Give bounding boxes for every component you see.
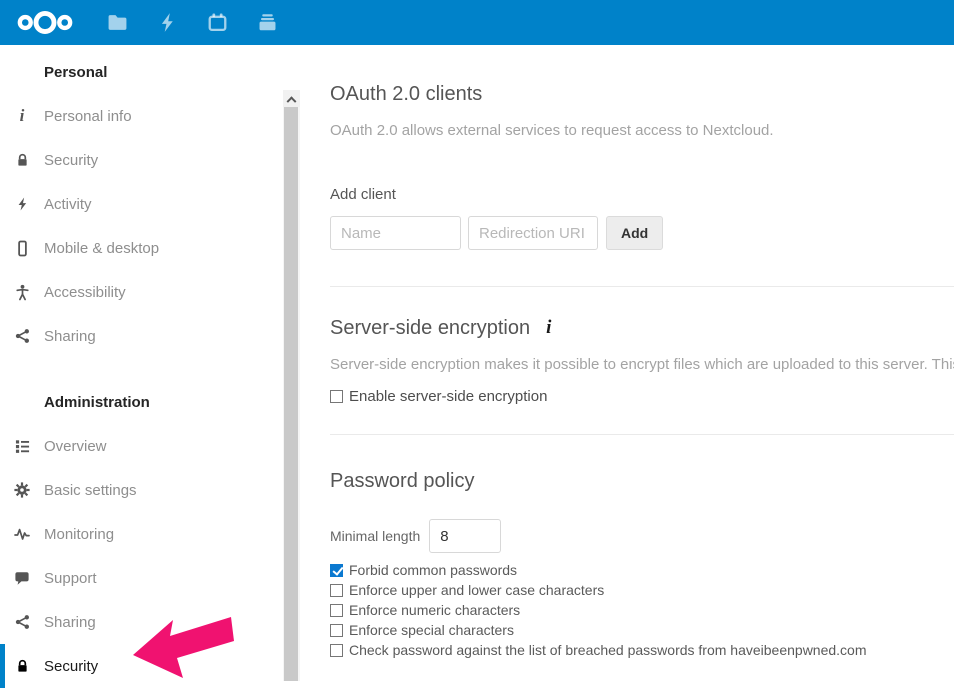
lock-icon	[0, 658, 44, 674]
support-chat-icon	[0, 571, 44, 586]
enable-encryption-label: Enable server-side encryption	[349, 388, 547, 405]
check-haveibeenpwned-checkbox[interactable]	[330, 644, 343, 657]
sidebar-item-label: Personal info	[44, 108, 132, 125]
sidebar-item-basic-settings[interactable]: Basic settings	[0, 468, 300, 512]
calendar-icon[interactable]	[192, 0, 242, 45]
sidebar-item-security-personal[interactable]: Security	[0, 138, 300, 182]
enforce-numeric-checkbox[interactable]	[330, 604, 343, 617]
settings-nav: Personal i Personal info Security Activi…	[0, 45, 300, 688]
policy-option-label: Enforce numeric characters	[349, 602, 520, 618]
monitoring-icon	[0, 527, 44, 541]
sidebar-item-activity[interactable]: Activity	[0, 182, 300, 226]
phone-icon	[0, 240, 44, 257]
chevron-up-icon	[287, 96, 297, 106]
add-client-form: Add	[330, 216, 954, 250]
enable-encryption-checkbox[interactable]	[330, 390, 343, 403]
sidebar-item-label: Security	[44, 658, 98, 675]
oauth-description: OAuth 2.0 allows external services to re…	[330, 120, 954, 141]
sidebar-item-label: Support	[44, 570, 97, 587]
policy-option-row: Enforce special characters	[330, 620, 954, 640]
forbid-common-passwords-checkbox[interactable]	[330, 564, 343, 577]
add-client-button[interactable]: Add	[606, 216, 663, 250]
sidebar-item-sharing-admin[interactable]: Sharing	[0, 600, 300, 644]
encryption-description: Server-side encryption makes it possible…	[330, 354, 954, 375]
sidebar-item-mobile-desktop[interactable]: Mobile & desktop	[0, 226, 300, 270]
sidebar-item-label: Sharing	[44, 614, 96, 631]
nextcloud-logo-icon	[14, 9, 76, 36]
share-icon	[0, 328, 44, 344]
app-icon-strip	[92, 0, 292, 45]
policy-option-row: Enforce numeric characters	[330, 600, 954, 620]
sidebar-item-overview[interactable]: Overview	[0, 424, 300, 468]
sidebar-item-label: Activity	[44, 196, 92, 213]
client-name-input[interactable]	[330, 216, 461, 250]
sidebar-scrollbar[interactable]	[283, 90, 300, 681]
activity-icon	[0, 196, 44, 212]
scrollbar-up-button[interactable]	[283, 90, 300, 107]
policy-option-row: Check password against the list of breac…	[330, 640, 954, 660]
settings-sidebar: Personal i Personal info Security Activi…	[0, 45, 300, 681]
scrollbar-thumb[interactable]	[284, 107, 298, 681]
sidebar-item-label: Monitoring	[44, 526, 114, 543]
sidebar-item-label: Overview	[44, 438, 107, 455]
section-divider	[330, 434, 954, 435]
sidebar-item-label: Accessibility	[44, 284, 126, 301]
section-header-administration: Administration	[0, 380, 300, 424]
policy-option-row: Enforce upper and lower case characters	[330, 580, 954, 600]
policy-option-label: Enforce upper and lower case characters	[349, 582, 604, 598]
overview-list-icon	[0, 439, 44, 454]
enable-encryption-row: Enable server-side encryption	[330, 388, 954, 405]
section-header-personal: Personal	[0, 50, 300, 94]
encryption-section-title: Server-side encryption	[330, 315, 530, 341]
add-client-label: Add client	[330, 186, 954, 203]
policy-option-label: Forbid common passwords	[349, 562, 517, 578]
top-header-bar	[0, 0, 954, 45]
lock-icon	[0, 152, 44, 168]
info-icon[interactable]: i	[546, 317, 551, 339]
policy-option-label: Enforce special characters	[349, 622, 514, 638]
sidebar-item-security-admin[interactable]: Security	[0, 644, 300, 688]
oauth-section-title: OAuth 2.0 clients	[330, 81, 954, 107]
sidebar-item-label: Security	[44, 152, 98, 169]
enforce-upper-lower-checkbox[interactable]	[330, 584, 343, 597]
policy-option-row: Forbid common passwords	[330, 560, 954, 580]
policy-option-label: Check password against the list of breac…	[349, 642, 867, 658]
activity-icon[interactable]	[142, 0, 192, 45]
accessibility-icon	[0, 284, 44, 301]
redirection-uri-input[interactable]	[468, 216, 598, 250]
share-icon	[0, 614, 44, 630]
info-icon: i	[0, 106, 44, 126]
sidebar-item-label: Mobile & desktop	[44, 240, 159, 257]
nextcloud-logo[interactable]	[12, 0, 78, 45]
files-icon[interactable]	[92, 0, 142, 45]
minimal-length-input[interactable]	[429, 519, 501, 553]
sidebar-item-label: Basic settings	[44, 482, 137, 499]
sidebar-item-monitoring[interactable]: Monitoring	[0, 512, 300, 556]
sidebar-item-sharing-personal[interactable]: Sharing	[0, 314, 300, 358]
sidebar-item-accessibility[interactable]: Accessibility	[0, 270, 300, 314]
sidebar-item-support[interactable]: Support	[0, 556, 300, 600]
enforce-special-checkbox[interactable]	[330, 624, 343, 637]
minimal-length-row: Minimal length	[330, 519, 954, 553]
section-divider	[330, 286, 954, 287]
sidebar-item-label: Sharing	[44, 328, 96, 345]
sidebar-item-personal-info[interactable]: i Personal info	[0, 94, 300, 138]
password-policy-options: Forbid common passwords Enforce upper an…	[330, 560, 954, 660]
gear-icon	[0, 482, 44, 498]
settings-content: OAuth 2.0 clients OAuth 2.0 allows exter…	[300, 45, 954, 681]
minimal-length-label: Minimal length	[330, 528, 420, 544]
password-policy-section-title: Password policy	[330, 468, 954, 494]
deck-icon[interactable]	[242, 0, 292, 45]
